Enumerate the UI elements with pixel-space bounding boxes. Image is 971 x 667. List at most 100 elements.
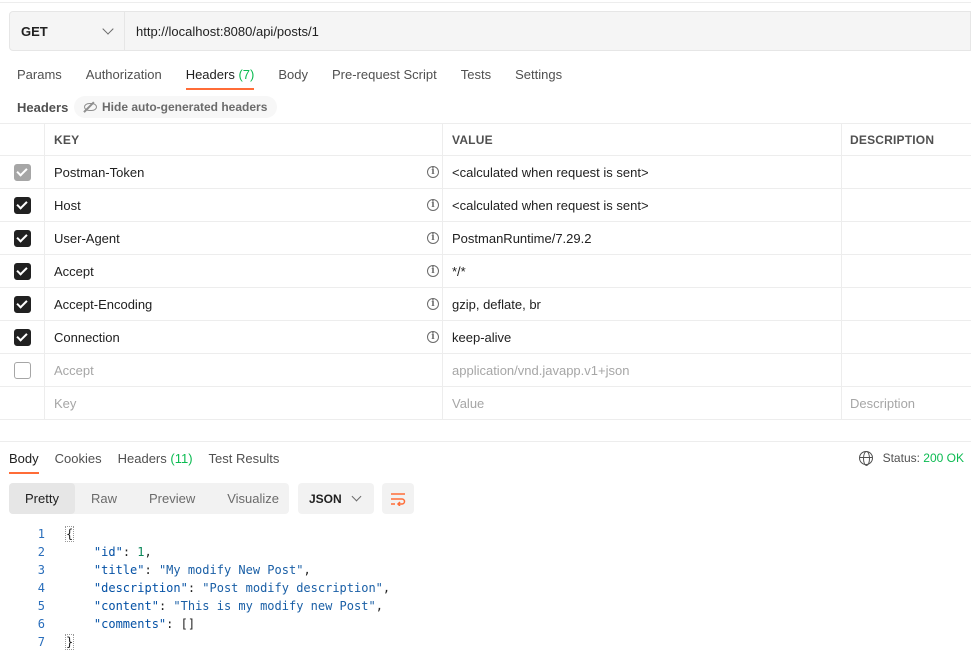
value-cell: */* xyxy=(443,255,842,287)
new-value-input[interactable]: Value xyxy=(443,387,842,419)
code-line: 3 "title": "My modify New Post", xyxy=(0,561,971,579)
value-cell[interactable]: application/vnd.javapp.v1+json xyxy=(443,354,842,386)
key-cell: Connection i xyxy=(45,321,443,353)
view-raw-button[interactable]: Raw xyxy=(75,483,133,514)
checkbox-unchecked[interactable] xyxy=(13,361,31,379)
tab-label: Settings xyxy=(515,67,563,82)
json-key: "id" xyxy=(93,545,123,559)
format-select[interactable]: JSON xyxy=(298,483,374,514)
key-text: Connection xyxy=(54,329,120,345)
description-cell[interactable] xyxy=(842,222,971,254)
headers-section-title: Headers xyxy=(17,100,69,115)
description-cell[interactable] xyxy=(842,189,971,221)
response-status: Status: 200 OK xyxy=(858,451,964,466)
checkbox[interactable] xyxy=(13,196,31,214)
key-text: Accept xyxy=(54,263,94,279)
view-visualize-button[interactable]: Visualize xyxy=(211,483,295,514)
response-tabs: Body Cookies Headers (11) Test Results xyxy=(9,448,295,474)
view-preview-button[interactable]: Preview xyxy=(133,483,211,514)
line-number: 7 xyxy=(37,635,45,649)
checkbox[interactable] xyxy=(13,229,31,247)
key-cell: Accept i xyxy=(45,255,443,287)
tab-label: Body xyxy=(278,67,308,82)
table-row: Accept application/vnd.javapp.v1+json xyxy=(0,354,971,387)
chevron-down-icon xyxy=(102,23,114,35)
method-select[interactable]: GET xyxy=(10,12,125,50)
tab-label: Test Results xyxy=(208,451,280,466)
info-icon[interactable]: i xyxy=(427,232,439,244)
info-icon[interactable]: i xyxy=(427,166,439,178)
json-comma: , xyxy=(375,599,383,613)
code-text: "content": "This is my modify new Post", xyxy=(93,599,383,613)
response-tab-body[interactable]: Body xyxy=(9,448,39,474)
row-check-cell xyxy=(0,255,45,287)
key-cell: Postman-Token i xyxy=(45,156,443,188)
row-check-cell xyxy=(0,189,45,221)
info-icon[interactable]: i xyxy=(427,199,439,211)
response-body-code[interactable]: 1 { 2 "id": 1, 3 "title": "My modify New… xyxy=(0,525,971,651)
json-key: "comments" xyxy=(93,617,167,631)
tab-pre-request-script[interactable]: Pre-request Script xyxy=(332,62,437,90)
tab-params[interactable]: Params xyxy=(17,62,62,90)
line-number: 3 xyxy=(37,563,45,577)
key-cell[interactable]: Accept xyxy=(45,354,443,386)
info-icon[interactable]: i xyxy=(427,331,439,343)
tab-count: (7) xyxy=(238,67,255,82)
tab-label: Headers xyxy=(185,67,235,82)
line-number: 5 xyxy=(37,599,45,613)
code-line: 5 "content": "This is my modify new Post… xyxy=(0,597,971,615)
description-cell[interactable] xyxy=(842,288,971,320)
tab-label: Cookies xyxy=(54,451,102,466)
top-divider xyxy=(0,0,971,3)
method-label: GET xyxy=(21,23,48,39)
code-line: 7 } xyxy=(0,633,971,651)
response-tab-test-results[interactable]: Test Results xyxy=(209,448,280,474)
tab-headers[interactable]: Headers (7) xyxy=(185,62,255,90)
description-cell[interactable] xyxy=(842,321,971,353)
close-brace: } xyxy=(65,634,75,650)
url-bar: GET http://localhost:8080/api/posts/1 xyxy=(9,11,971,51)
new-key-input[interactable]: Key xyxy=(45,387,443,419)
line-number: 2 xyxy=(37,545,45,559)
checkbox[interactable] xyxy=(13,328,31,346)
row-check-cell xyxy=(0,354,45,386)
info-icon[interactable]: i xyxy=(427,265,439,277)
response-tab-headers[interactable]: Headers (11) xyxy=(118,448,193,474)
value-cell: <calculated when request is sent> xyxy=(443,156,842,188)
description-cell[interactable] xyxy=(842,255,971,287)
key-text: Postman-Token xyxy=(54,164,145,180)
line-number: 1 xyxy=(37,527,45,541)
value-cell: PostmanRuntime/7.29.2 xyxy=(443,222,842,254)
code-line: 6 "comments": [] xyxy=(0,615,971,633)
globe-icon[interactable] xyxy=(858,451,873,466)
wrap-lines-button[interactable] xyxy=(382,483,414,514)
code-line: 4 "description": "Post modify descriptio… xyxy=(0,579,971,597)
json-value: "My modify New Post" xyxy=(158,563,304,577)
url-input[interactable]: http://localhost:8080/api/posts/1 xyxy=(125,24,319,39)
row-check-cell xyxy=(0,156,45,188)
hide-auto-headers-button[interactable]: Hide auto-generated headers xyxy=(74,96,278,118)
view-pretty-button[interactable]: Pretty xyxy=(9,483,75,514)
response-tab-cookies[interactable]: Cookies xyxy=(55,448,102,474)
key-cell: Host i xyxy=(45,189,443,221)
value-column-header: VALUE xyxy=(443,124,842,156)
tab-settings[interactable]: Settings xyxy=(515,62,562,90)
table-header-row: KEY VALUE DESCRIPTION xyxy=(0,123,971,156)
info-icon[interactable]: i xyxy=(427,298,439,310)
description-cell[interactable] xyxy=(842,156,971,188)
tab-label: Params xyxy=(17,67,62,82)
code-text: "title": "My modify New Post", xyxy=(93,563,311,577)
tab-label: Tests xyxy=(460,67,492,82)
checkbox[interactable] xyxy=(13,262,31,280)
new-description-input[interactable]: Description xyxy=(842,387,971,419)
tab-tests[interactable]: Tests xyxy=(461,62,491,90)
tab-authorization[interactable]: Authorization xyxy=(86,62,162,90)
table-row: Connection i keep-alive xyxy=(0,321,971,354)
table-row: User-Agent i PostmanRuntime/7.29.2 xyxy=(0,222,971,255)
tab-body[interactable]: Body xyxy=(278,62,308,90)
key-text: User-Agent xyxy=(54,230,120,246)
checkbox[interactable] xyxy=(13,295,31,313)
table-row: Accept i */* xyxy=(0,255,971,288)
table-row: Accept-Encoding i gzip, deflate, br xyxy=(0,288,971,321)
description-cell[interactable] xyxy=(842,354,971,386)
